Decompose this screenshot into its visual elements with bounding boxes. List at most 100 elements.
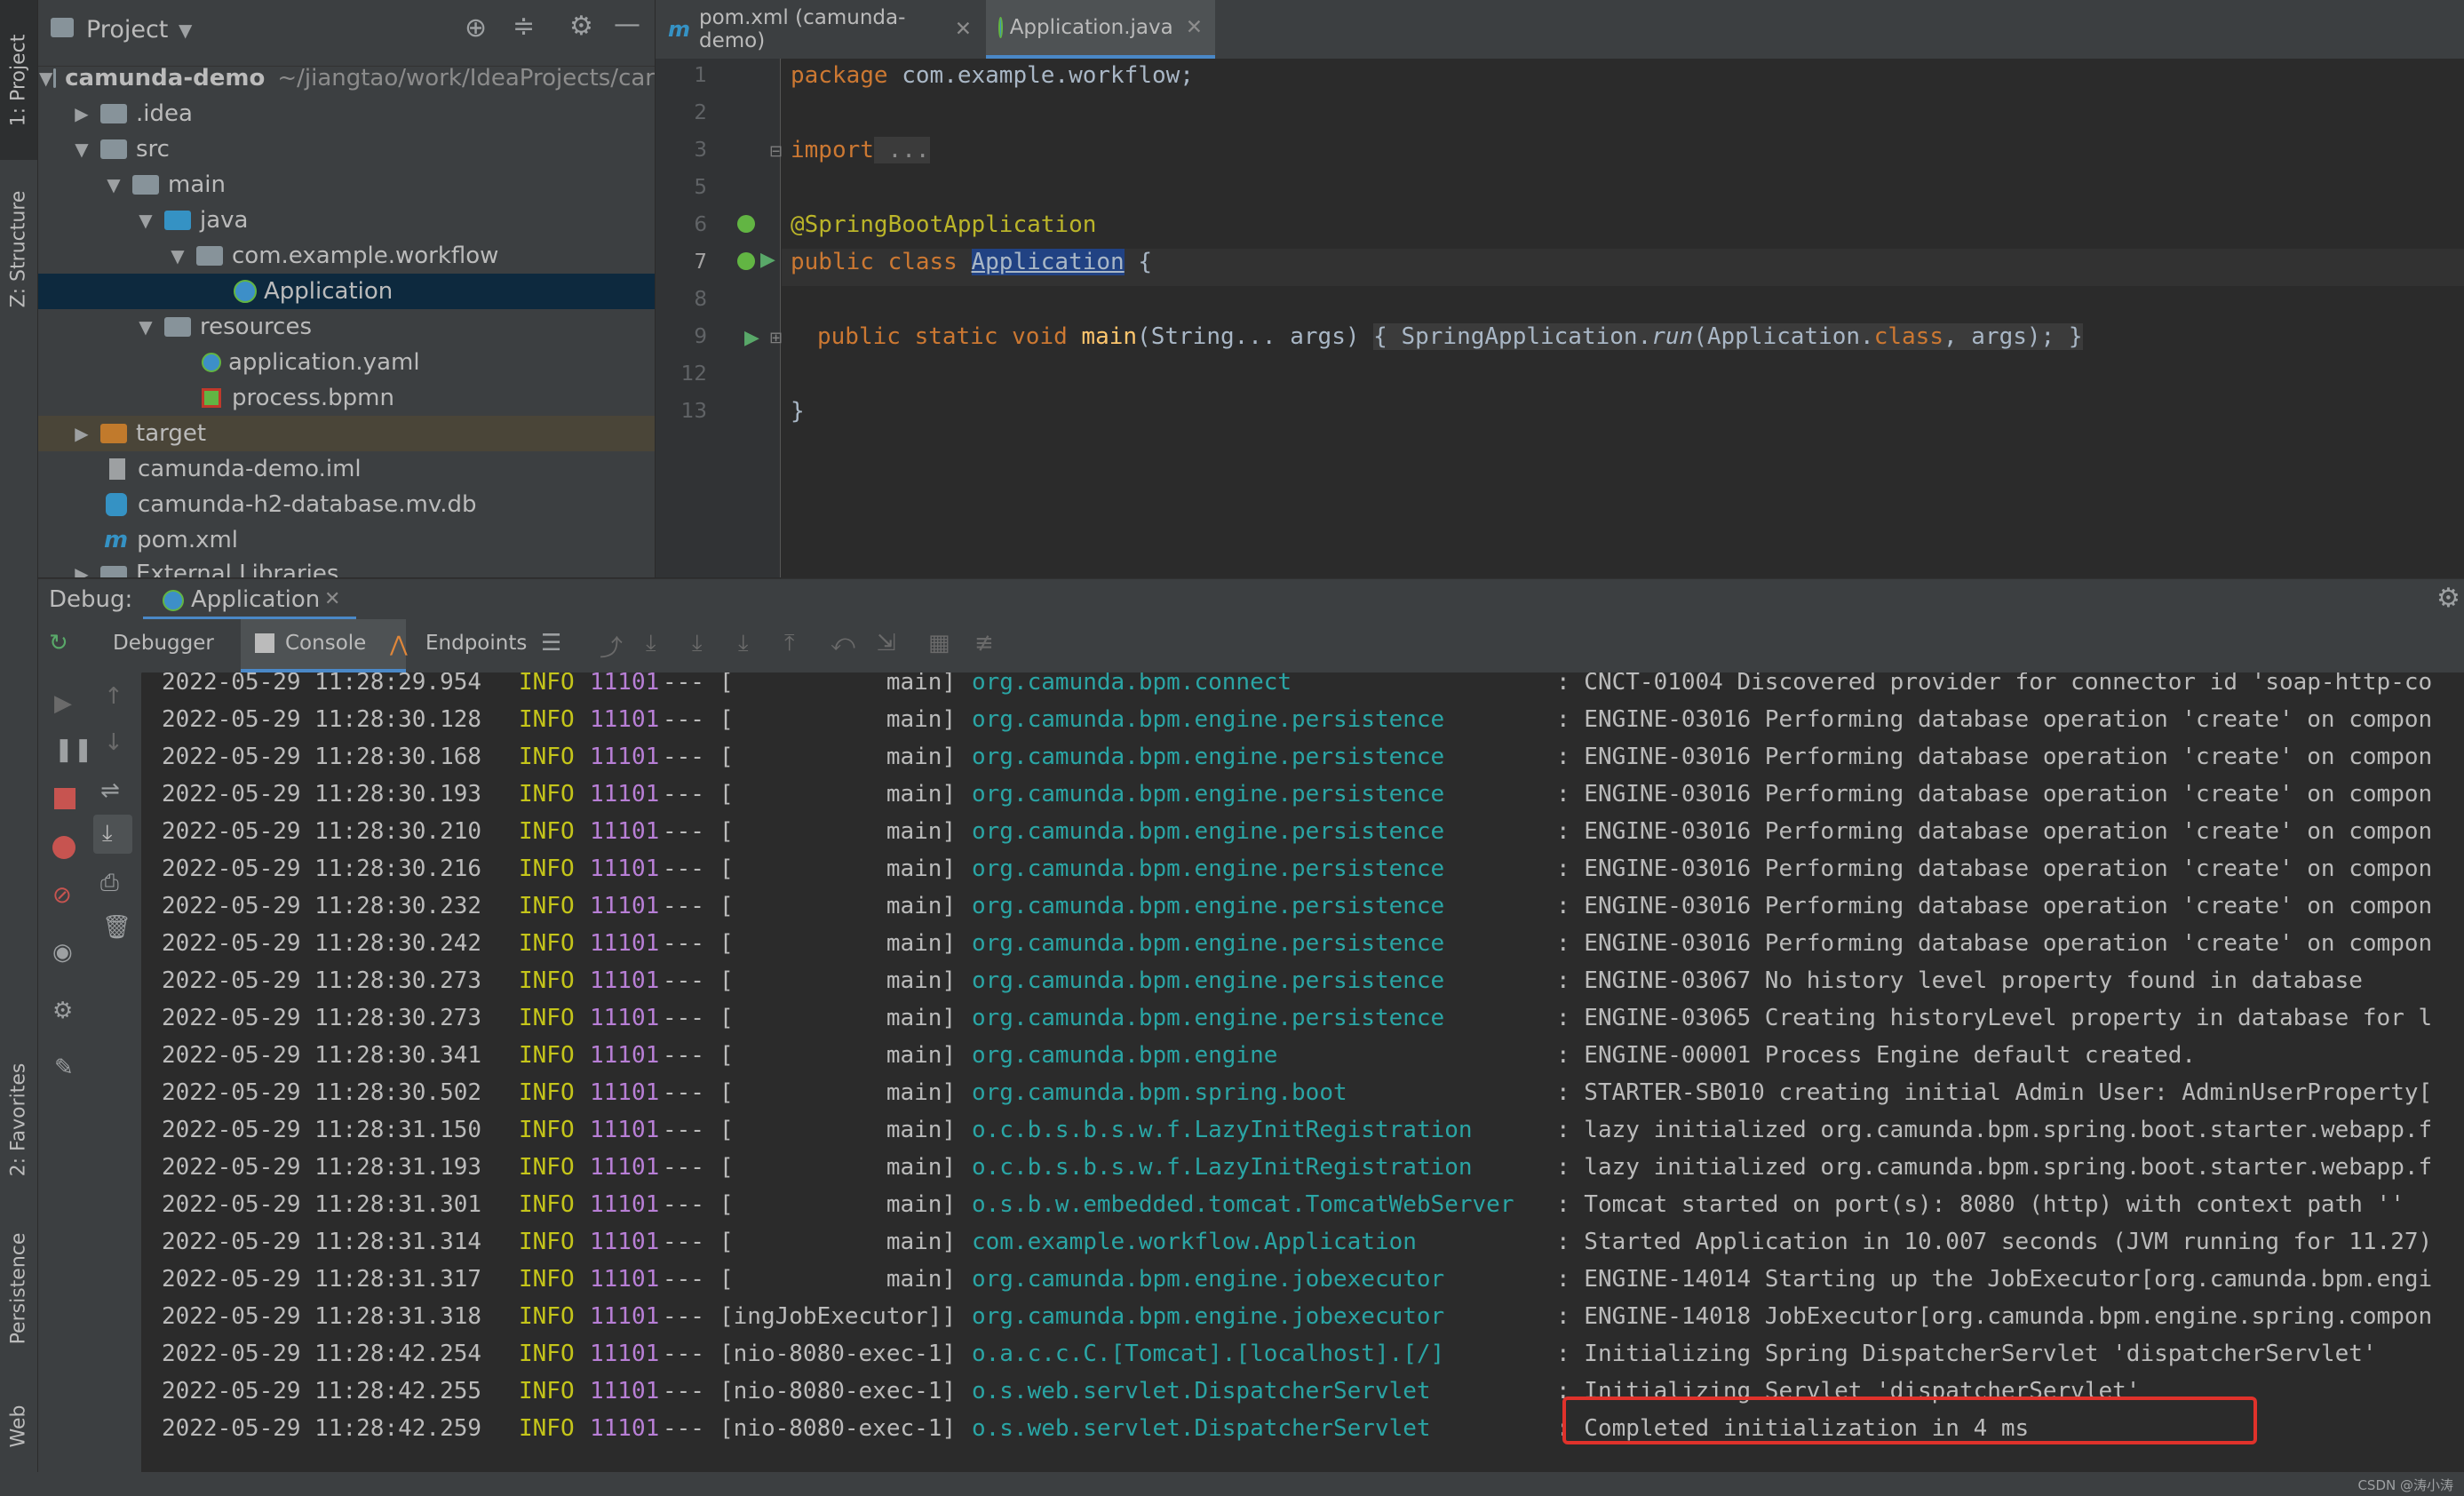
close-icon[interactable]: ✕	[324, 588, 340, 610]
logger-name[interactable]: o.c.b.s.b.s.w.f.LazyInitRegistration	[972, 1117, 1556, 1143]
logger-name[interactable]: org.camunda.bpm.engine.persistence	[972, 818, 1556, 845]
spring-bean-icon[interactable]	[737, 252, 755, 270]
tree-item-src[interactable]: ▼ src	[38, 131, 655, 167]
tree-item-main[interactable]: ▼ main	[38, 167, 655, 203]
logger-name[interactable]: org.camunda.bpm.spring.boot	[972, 1079, 1556, 1106]
locate-icon[interactable]: ⊕	[465, 12, 487, 44]
logger-name[interactable]: org.camunda.bpm.engine.persistence	[972, 744, 1556, 770]
project-panel-title[interactable]: Project	[86, 16, 168, 44]
gear-icon[interactable]: ⚙	[2436, 583, 2460, 614]
code-editor[interactable]: package com.example.workflow; import ...…	[782, 59, 2464, 577]
tree-item-pom[interactable]: m pom.xml	[38, 522, 655, 558]
tool-tab-favorites[interactable]: 2: Favorites	[0, 1039, 37, 1199]
resume-icon[interactable]: ▶	[54, 690, 72, 717]
chevron-down-icon[interactable]: ▼	[179, 20, 192, 41]
trash-icon[interactable]: 🗑	[102, 914, 131, 941]
force-step-into-icon[interactable]: ⤓	[738, 630, 749, 657]
drop-frame-icon[interactable]: ⤺	[831, 630, 855, 657]
logger-name[interactable]: o.c.b.s.b.s.w.f.LazyInitRegistration	[972, 1154, 1556, 1181]
logger-name[interactable]: o.s.web.servlet.DispatcherServlet	[972, 1378, 1556, 1404]
down-arrow-icon[interactable]: ↓	[104, 729, 123, 756]
logger-name[interactable]: org.camunda.bpm.engine.persistence	[972, 706, 1556, 733]
pin-icon[interactable]: ✎	[54, 1054, 74, 1081]
logger-name[interactable]: org.camunda.bpm.engine.persistence	[972, 967, 1556, 994]
logger-name[interactable]: org.camunda.bpm.engine.jobexecutor	[972, 1266, 1556, 1293]
logger-name[interactable]: o.a.c.c.C.[Tomcat].[localhost].[/]	[972, 1341, 1556, 1367]
expand-arrow-icon[interactable]: ▼	[104, 174, 123, 195]
mute-breakpoints-icon[interactable]: ⊘	[52, 882, 72, 909]
pause-icon[interactable]: ❚❚	[54, 736, 93, 763]
soft-wrap-icon[interactable]: ⇌	[100, 777, 120, 804]
gear-icon[interactable]: ⚙	[569, 11, 593, 42]
step-into-icon[interactable]: ⤓	[692, 630, 703, 657]
expand-arrow-icon[interactable]: ▼	[136, 316, 155, 338]
expand-arrow-icon[interactable]: ▼	[72, 139, 91, 160]
tool-tab-web[interactable]: Web	[0, 1386, 37, 1466]
collapse-all-icon[interactable]: ≑	[513, 11, 535, 42]
up-arrow-icon[interactable]: ↑	[104, 683, 123, 710]
expand-arrow-icon[interactable]: ▼	[39, 68, 52, 89]
tree-item-external-libraries[interactable]: ▶ External Libraries	[38, 556, 655, 577]
close-icon[interactable]: ✕	[955, 18, 972, 41]
tool-tab-persistence[interactable]: Persistence	[0, 1217, 37, 1359]
tool-tab-structure[interactable]: Z: Structure	[0, 169, 37, 329]
expand-arrow-icon[interactable]: ▶	[72, 563, 91, 577]
fold-icon[interactable]: ⊞	[769, 329, 783, 347]
tree-item-java[interactable]: ▼ java	[38, 203, 655, 238]
logger-name[interactable]: o.s.web.servlet.DispatcherServlet	[972, 1415, 1556, 1442]
tree-item-resources[interactable]: ▼ resources	[38, 309, 655, 345]
logger-name[interactable]: org.camunda.bpm.engine.persistence	[972, 781, 1556, 808]
console-output[interactable]: 2022-05-29 11:28:29.954 INFO 11101 ---[ mai…	[142, 672, 2464, 1472]
tree-item-iml[interactable]: camunda-demo.iml	[38, 451, 655, 487]
close-icon[interactable]: ✕	[1186, 16, 1203, 39]
step-out-icon[interactable]: ⤒	[784, 630, 795, 657]
class-name[interactable]: Application	[971, 249, 1125, 275]
stop-icon[interactable]	[54, 788, 76, 809]
view-breakpoints-icon[interactable]	[52, 836, 76, 859]
hide-icon[interactable]: —	[614, 9, 640, 40]
logger-name[interactable]: com.example.workflow.Application	[972, 1229, 1556, 1255]
tree-item-application[interactable]: Application	[38, 274, 655, 309]
expand-arrow-icon[interactable]: ▼	[136, 210, 155, 231]
gear-icon[interactable]: ⚙	[52, 998, 73, 1024]
tab-debugger[interactable]: Debugger	[113, 632, 214, 655]
tab-console[interactable]: Console	[241, 619, 406, 672]
tree-item-package[interactable]: ▼ com.example.workflow	[38, 238, 655, 274]
tree-item-process-bpmn[interactable]: process.bpmn	[38, 380, 655, 416]
expand-arrow-icon[interactable]: ▶	[72, 423, 91, 444]
rerun-icon[interactable]: ↻	[49, 630, 68, 656]
tree-item-idea[interactable]: ▶ .idea	[38, 96, 655, 131]
spring-bean-icon[interactable]	[737, 215, 755, 233]
tab-endpoints[interactable]: Endpoints	[425, 632, 527, 655]
step-over-icon[interactable]: ⤓	[646, 630, 656, 657]
scroll-to-end-toggle[interactable]: ⤓	[93, 815, 132, 854]
fold-icon[interactable]: ⊟	[769, 142, 783, 161]
tree-item-camunda-demo[interactable]: ▼ camunda-demo ~/jiangtao/work/IdeaProje…	[38, 60, 655, 96]
trace-icon[interactable]: ≢	[974, 630, 994, 656]
tree-item-target[interactable]: ▶ target	[38, 416, 655, 451]
tree-item-application-yaml[interactable]: application.yaml	[38, 345, 655, 380]
debug-session-tab[interactable]: Application	[191, 586, 320, 613]
folded-imports[interactable]: ...	[873, 137, 930, 163]
run-to-cursor-icon[interactable]: ⇲	[877, 630, 896, 656]
expand-arrow-icon[interactable]: ▶	[72, 103, 91, 124]
logger-name[interactable]: org.camunda.bpm.engine.persistence	[972, 1005, 1556, 1031]
logger-name[interactable]: org.camunda.bpm.engine.jobexecutor	[972, 1303, 1556, 1330]
logger-name[interactable]: org.camunda.bpm.engine	[972, 1042, 1556, 1069]
tab-application-java[interactable]: Application.java ✕	[986, 0, 1215, 59]
logger-name[interactable]: org.camunda.bpm.connect	[972, 672, 1556, 696]
logger-name[interactable]: org.camunda.bpm.engine.persistence	[972, 855, 1556, 882]
evaluate-icon[interactable]: ▦	[928, 630, 950, 656]
show-execution-point-icon[interactable]: ⤴	[600, 630, 623, 663]
logger-name[interactable]: o.s.b.w.embedded.tomcat.TomcatWebServer	[972, 1191, 1556, 1218]
run-icon[interactable]: ▶	[760, 249, 775, 271]
logger-name[interactable]: org.camunda.bpm.engine.persistence	[972, 930, 1556, 957]
expand-arrow-icon[interactable]: ▼	[168, 245, 187, 267]
camera-icon[interactable]: ◉	[52, 939, 73, 966]
menu-icon[interactable]: ☰	[541, 630, 561, 656]
print-icon[interactable]: ⎙	[100, 870, 119, 897]
run-icon[interactable]: ▶	[744, 327, 759, 349]
tree-item-h2-db[interactable]: camunda-h2-database.mv.db	[38, 487, 655, 522]
tool-tab-project[interactable]: 1: Project	[0, 0, 37, 160]
tab-pom-xml[interactable]: m pom.xml (camunda-demo) ✕	[656, 0, 984, 59]
